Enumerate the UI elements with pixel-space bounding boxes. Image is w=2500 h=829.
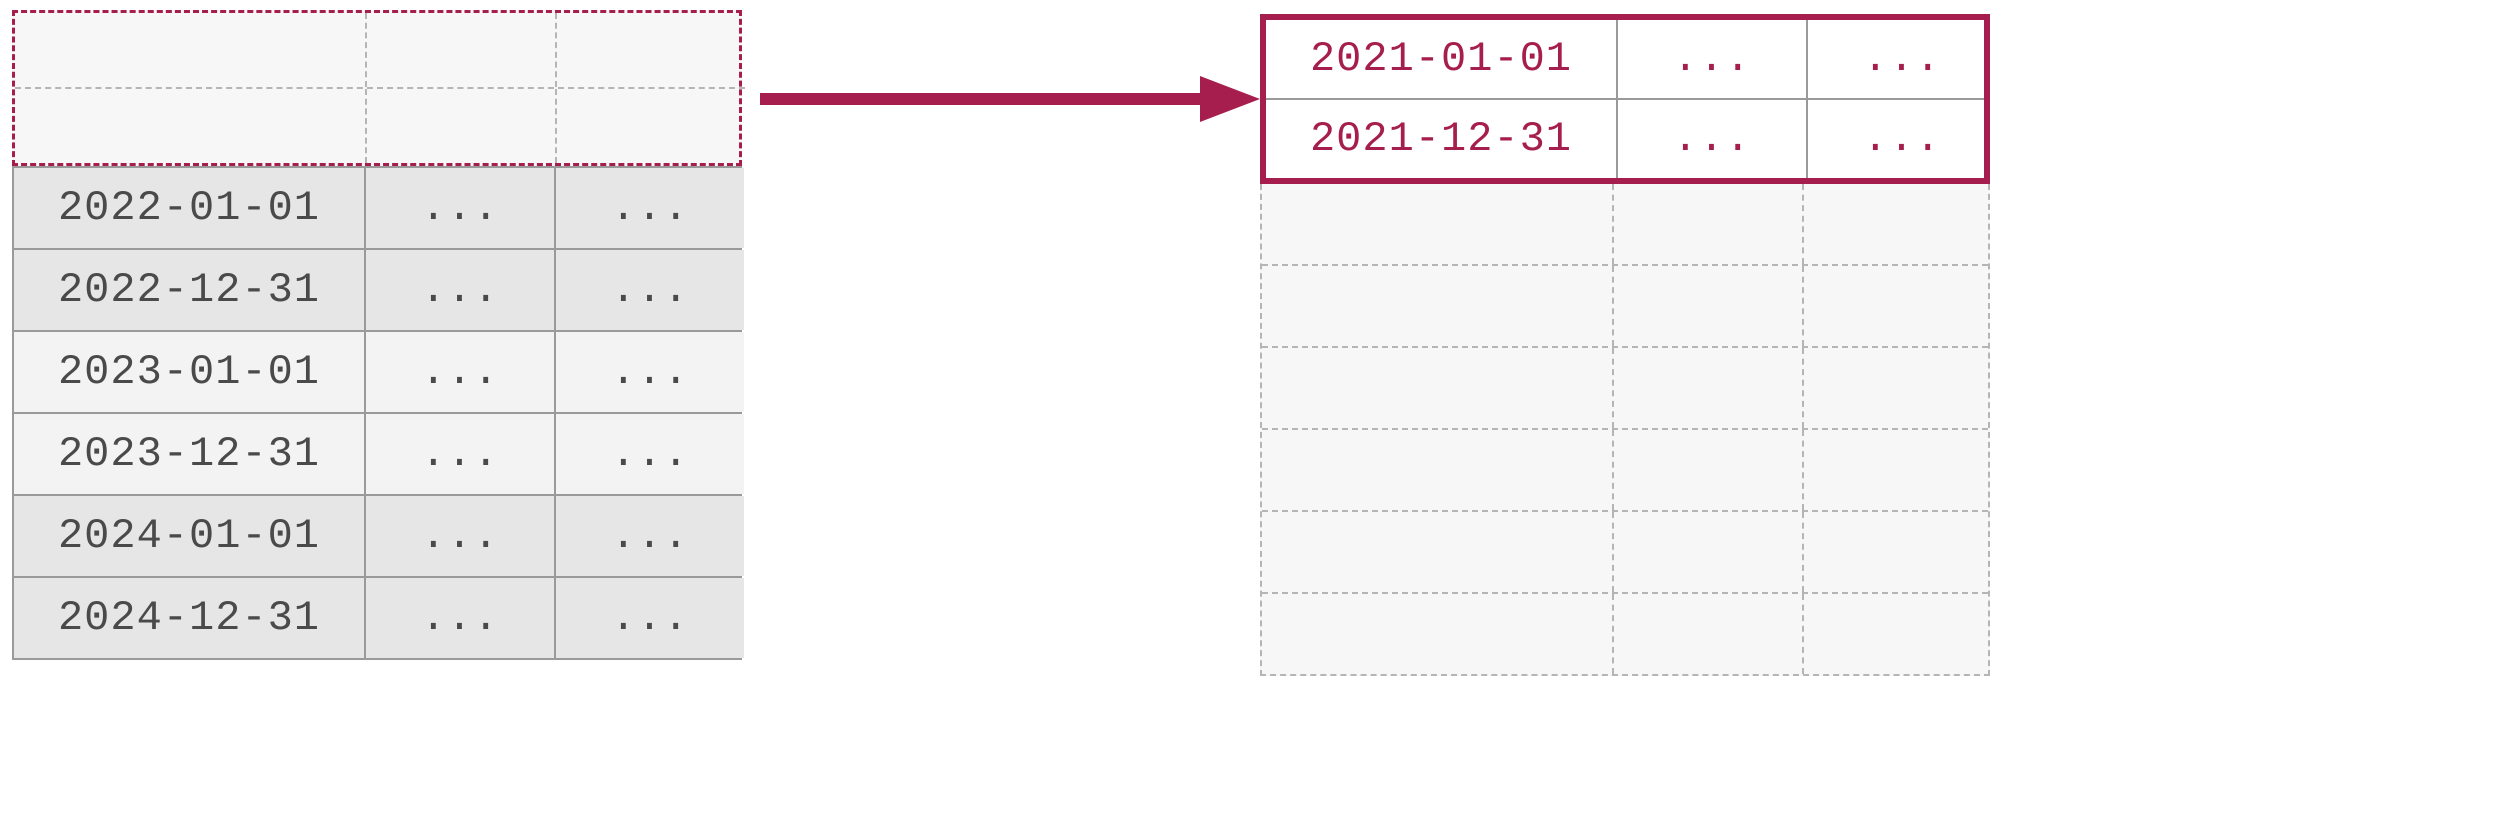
ghost-cell [1802,512,1992,592]
ghost-cell [1262,594,1612,674]
date-cell: 2022-12-31 [14,250,364,330]
value-cell: ... [1616,20,1806,98]
ghost-cell [1612,266,1802,346]
date-cell: 2023-12-31 [14,414,364,494]
table-row: 2022-12-31 ... ... [14,248,740,330]
ghost-cell [15,89,365,163]
table-row: 2024-12-31 ... ... [14,576,740,658]
date-cell: 2024-12-31 [14,578,364,658]
date-cell: 2022-01-01 [14,168,364,248]
value-cell: ... [554,496,744,576]
left-table: 2022-01-01 ... ... 2022-12-31 ... ... 20… [12,10,742,660]
ghost-cell [1262,512,1612,592]
ghost-cell [1802,348,1992,428]
table-row: 2024-01-01 ... ... [14,494,740,576]
ghost-cell [365,89,555,163]
ghost-cell [1612,184,1802,264]
right-table-inserted-rows: 2021-01-01 ... ... 2021-12-31 ... ... [1260,14,1990,184]
left-table-body: 2022-01-01 ... ... 2022-12-31 ... ... 20… [12,166,742,660]
value-cell: ... [1806,20,1996,98]
ghost-row [1262,592,1988,674]
arrow-icon [760,74,1260,124]
value-cell: ... [364,414,554,494]
table-row: 2023-01-01 ... ... [14,330,740,412]
ghost-cell [1612,348,1802,428]
date-cell: 2021-01-01 [1266,20,1616,98]
left-table-removed-rows-placeholder [12,10,742,166]
ghost-cell [1802,594,1992,674]
ghost-cell [555,13,745,87]
ghost-cell [555,89,745,163]
date-cell: 2021-12-31 [1266,100,1616,178]
ghost-cell [1802,184,1992,264]
value-cell: ... [364,332,554,412]
table-row: 2021-01-01 ... ... [1266,20,1984,98]
value-cell: ... [364,168,554,248]
ghost-row [1262,346,1988,428]
ghost-cell [1612,594,1802,674]
ghost-cell [365,13,555,87]
right-table: 2021-01-01 ... ... 2021-12-31 ... ... [1260,14,1990,676]
value-cell: ... [1806,100,1996,178]
value-cell: ... [364,496,554,576]
date-cell: 2023-01-01 [14,332,364,412]
ghost-cell [1262,430,1612,510]
value-cell: ... [364,250,554,330]
value-cell: ... [554,250,744,330]
ghost-cell [1262,184,1612,264]
ghost-cell [1262,348,1612,428]
date-cell: 2024-01-01 [14,496,364,576]
table-row: 2023-12-31 ... ... [14,412,740,494]
diagram-stage: 2022-01-01 ... ... 2022-12-31 ... ... 20… [0,0,2500,829]
ghost-cell [1262,266,1612,346]
ghost-row [1262,184,1988,264]
ghost-cell [1802,266,1992,346]
ghost-cell [1802,430,1992,510]
ghost-row [1262,428,1988,510]
ghost-row [1262,510,1988,592]
value-cell: ... [364,578,554,658]
right-table-placeholder-rows [1260,184,1990,676]
table-row: 2021-12-31 ... ... [1266,98,1984,178]
value-cell: ... [554,168,744,248]
ghost-cell [1612,512,1802,592]
value-cell: ... [554,332,744,412]
ghost-cell [15,13,365,87]
ghost-row [1262,264,1988,346]
value-cell: ... [554,414,744,494]
table-row: 2022-01-01 ... ... [14,166,740,248]
ghost-cell [1612,430,1802,510]
value-cell: ... [554,578,744,658]
value-cell: ... [1616,100,1806,178]
